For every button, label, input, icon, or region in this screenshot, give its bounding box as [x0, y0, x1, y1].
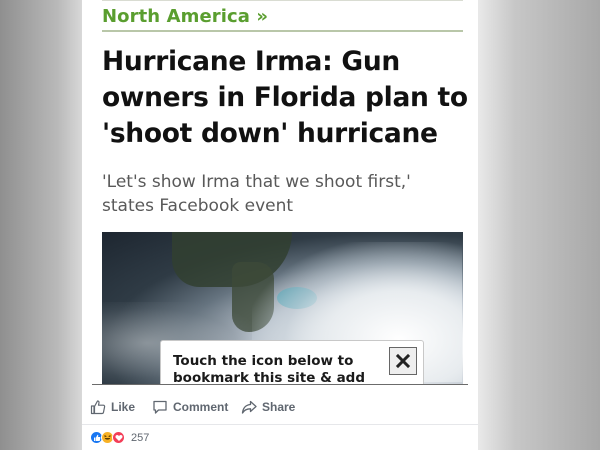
post-action-bar: Like Comment Share [90, 392, 295, 422]
background-left [0, 0, 82, 450]
bookmark-popup: Touch the icon below to bookmark this si… [160, 340, 424, 384]
like-button[interactable]: Like [90, 399, 152, 415]
facebook-post: North America » Hurricane Irma: Gun owne… [82, 0, 478, 450]
comment-icon [153, 400, 167, 414]
action-bar-divider [92, 384, 468, 385]
reaction-count: 257 [131, 431, 150, 444]
shared-article-screenshot[interactable]: North America » Hurricane Irma: Gun owne… [92, 0, 468, 384]
close-icon [395, 353, 411, 369]
background-right [478, 0, 600, 450]
reaction-summary[interactable]: 257 [90, 431, 149, 444]
share-icon [241, 400, 257, 414]
popup-close-button[interactable] [389, 347, 417, 375]
share-label: Share [262, 400, 296, 414]
comment-label: Comment [173, 400, 229, 414]
section-divider [102, 30, 463, 32]
section-link[interactable]: North America » [102, 6, 268, 27]
like-label: Like [111, 400, 136, 414]
bookmark-popup-text: Touch the icon below to bookmark this si… [173, 353, 366, 384]
share-button[interactable]: Share [241, 399, 295, 415]
love-reaction-icon [112, 431, 125, 444]
thumbs-up-icon [90, 400, 106, 415]
reactions-divider [82, 424, 478, 425]
comment-button[interactable]: Comment [152, 399, 241, 415]
article-subheadline: 'Let's show Irma that we shoot first,' s… [102, 172, 411, 216]
article-headline[interactable]: Hurricane Irma: Gun owners in Florida pl… [102, 44, 468, 152]
top-divider [102, 0, 463, 1]
